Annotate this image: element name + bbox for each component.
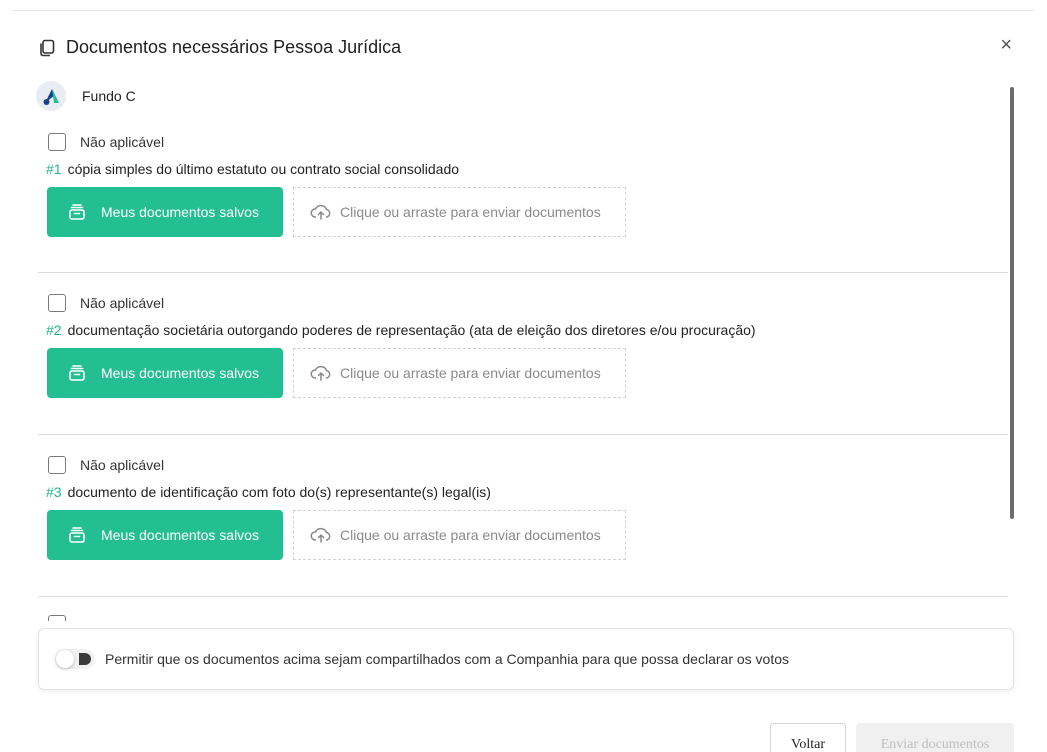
- close-icon[interactable]: ×: [1000, 35, 1012, 55]
- share-toggle[interactable]: [55, 649, 95, 669]
- modal-header: Documentos necessários Pessoa Jurídica: [38, 37, 401, 58]
- document-number: #1: [46, 161, 62, 177]
- document-description: #1 cópia simples do último estatuto ou co…: [38, 159, 1008, 179]
- archive-icon: [69, 527, 85, 543]
- fund-logo-icon: [36, 81, 66, 111]
- not-applicable-checkbox[interactable]: [48, 133, 66, 151]
- document-number: #2: [46, 322, 62, 338]
- divider: [38, 272, 1008, 273]
- archive-icon: [69, 204, 85, 220]
- not-applicable-checkbox[interactable]: [48, 615, 66, 621]
- upload-dropzone[interactable]: Clique ou arraste para enviar documentos: [293, 348, 626, 398]
- documents-modal: Documentos necessários Pessoa Jurídica ×…: [12, 10, 1034, 752]
- divider: [38, 434, 1008, 435]
- document-description: #3 documento de identificação com foto do…: [38, 482, 1008, 502]
- saved-documents-button[interactable]: Meus documentos salvos: [47, 187, 283, 237]
- cloud-upload-icon: [310, 204, 331, 220]
- fund-header: Fundo C: [36, 81, 136, 111]
- upload-label: Clique ou arraste para enviar documentos: [340, 365, 601, 381]
- saved-documents-label: Meus documentos salvos: [101, 204, 259, 220]
- document-item: Não aplicável #1 cópia simples do último …: [38, 131, 1008, 237]
- share-consent-label: Permitir que os documentos acima sejam c…: [105, 651, 790, 667]
- toggle-indicator: [79, 653, 91, 665]
- document-number: #3: [46, 484, 62, 500]
- saved-documents-label: Meus documentos salvos: [101, 527, 259, 543]
- modal-title: Documentos necessários Pessoa Jurídica: [66, 37, 402, 57]
- upload-label: Clique ou arraste para enviar documentos: [340, 204, 601, 220]
- document-item: Não aplicável #2 documentação societária …: [38, 292, 1008, 398]
- not-applicable-label: Não aplicável: [80, 295, 165, 311]
- back-button[interactable]: Voltar: [770, 723, 846, 752]
- upload-dropzone[interactable]: Clique ou arraste para enviar documentos: [293, 510, 626, 560]
- scrollbar[interactable]: [1010, 87, 1014, 519]
- cloud-upload-icon: [310, 365, 331, 381]
- saved-documents-label: Meus documentos salvos: [101, 365, 259, 381]
- upload-dropzone[interactable]: Clique ou arraste para enviar documentos: [293, 187, 626, 237]
- archive-icon: [69, 365, 85, 381]
- share-consent-panel: Permitir que os documentos acima sejam c…: [38, 628, 1014, 690]
- document-item: Não aplicável #3 documento de identificaç…: [38, 454, 1008, 560]
- divider: [38, 596, 1008, 597]
- not-applicable-label: Não aplicável: [80, 457, 165, 473]
- send-documents-button[interactable]: Enviar documentos: [856, 723, 1014, 752]
- toggle-knob: [56, 650, 74, 668]
- cloud-upload-icon: [310, 527, 331, 543]
- document-description-text: documentação societária outorgando poder…: [67, 322, 756, 338]
- saved-documents-button[interactable]: Meus documentos salvos: [47, 348, 283, 398]
- document-description-text: cópia simples do último estatuto ou cont…: [67, 161, 460, 177]
- documents-icon: [40, 39, 55, 56]
- upload-label: Clique ou arraste para enviar documentos: [340, 527, 601, 543]
- not-applicable-label: Não aplicável: [80, 134, 165, 150]
- saved-documents-button[interactable]: Meus documentos salvos: [47, 510, 283, 560]
- fund-name: Fundo C: [82, 88, 136, 104]
- document-description-text: documento de identificação com foto do(s…: [67, 484, 491, 500]
- not-applicable-checkbox[interactable]: [48, 456, 66, 474]
- not-applicable-checkbox[interactable]: [48, 294, 66, 312]
- document-description: #2 documentação societária outorgando pod…: [38, 320, 1008, 340]
